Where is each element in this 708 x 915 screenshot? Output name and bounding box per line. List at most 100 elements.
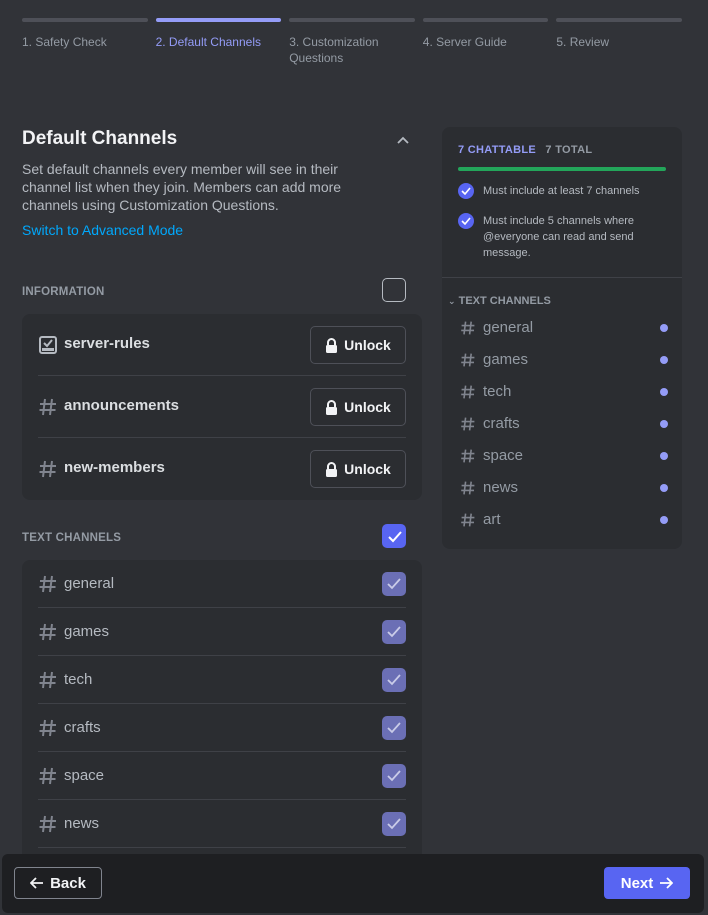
information-channel-list: server-rules Unlock announcements Unlock… bbox=[22, 314, 422, 500]
advanced-mode-link[interactable]: Switch to Advanced Mode bbox=[22, 222, 422, 238]
step-customization-questions[interactable]: 3. Customization Questions bbox=[289, 18, 415, 66]
unlock-label: Unlock bbox=[344, 461, 391, 477]
checkmark-icon bbox=[387, 818, 401, 830]
unlock-button[interactable]: Unlock bbox=[310, 388, 406, 426]
hashtag-icon bbox=[39, 575, 56, 593]
category-checkbox[interactable] bbox=[382, 278, 406, 302]
step-label: 4. Server Guide bbox=[422, 35, 507, 49]
chevron-down-icon: ⌄ bbox=[448, 296, 456, 306]
next-label: Next bbox=[620, 874, 654, 892]
hashtag-icon bbox=[461, 417, 475, 431]
back-button[interactable]: Back bbox=[14, 867, 102, 899]
hashtag-icon bbox=[39, 815, 56, 833]
unread-dot bbox=[660, 420, 668, 428]
preview-channel-name: crafts bbox=[483, 415, 520, 432]
channel-row: crafts bbox=[38, 704, 406, 752]
step-server-guide[interactable]: 4. Server Guide bbox=[422, 18, 549, 66]
next-button[interactable]: Next bbox=[604, 867, 690, 899]
channel-name: announcements bbox=[64, 397, 180, 414]
unread-dot bbox=[660, 356, 668, 364]
requirement-item: Must include 5 channels where @everyone … bbox=[458, 213, 668, 261]
preview-channel-name: art bbox=[483, 511, 501, 528]
preview-channel-name: news bbox=[483, 479, 519, 496]
checkmark-icon bbox=[387, 674, 401, 686]
requirement-text: Must include at least 7 channels bbox=[483, 185, 640, 197]
step-label: 5. Review bbox=[556, 35, 610, 49]
channel-row: server-rules Unlock bbox=[38, 314, 406, 376]
unlock-button[interactable]: Unlock bbox=[310, 450, 406, 488]
unread-dot bbox=[660, 516, 668, 524]
step-safety-check[interactable]: 1. Safety Check bbox=[22, 18, 148, 66]
step-progress-bar bbox=[422, 18, 549, 22]
check-circle-icon bbox=[458, 183, 474, 199]
requirement-text: Must include 5 channels where @everyone … bbox=[483, 215, 635, 259]
arrow-left-icon bbox=[30, 877, 44, 889]
step-review[interactable]: 5. Review bbox=[556, 18, 682, 66]
checkmark-icon bbox=[388, 531, 402, 543]
checkmark-icon bbox=[387, 722, 401, 734]
channel-checkbox[interactable] bbox=[382, 764, 406, 788]
channel-name: games bbox=[64, 623, 110, 640]
channel-checkbox[interactable] bbox=[382, 812, 406, 836]
hashtag-icon bbox=[39, 460, 56, 478]
unlock-button[interactable]: Unlock bbox=[310, 326, 406, 364]
channel-row: news bbox=[38, 800, 406, 848]
setup-stepper: 1. Safety Check 2. Default Channels 3. C… bbox=[22, 18, 682, 66]
chevron-up-icon[interactable] bbox=[396, 134, 410, 148]
unread-dot bbox=[660, 452, 668, 460]
hashtag-icon bbox=[461, 449, 475, 463]
hashtag-icon bbox=[461, 353, 475, 367]
category-name: INFORMATION bbox=[22, 286, 105, 298]
unread-dot bbox=[660, 388, 668, 396]
preview-category-header[interactable]: ⌄ TEXT CHANNELS bbox=[448, 295, 551, 307]
preview-channel-item: space bbox=[460, 446, 668, 466]
page-title: Default Channels bbox=[22, 128, 178, 149]
step-progress-bar bbox=[22, 18, 148, 22]
step-progress-bar bbox=[289, 18, 415, 22]
channel-name: space bbox=[64, 767, 105, 784]
channel-name: general bbox=[64, 575, 115, 592]
preview-channel-name: general bbox=[483, 319, 534, 336]
divider bbox=[442, 277, 682, 278]
checkmark-icon bbox=[387, 626, 401, 638]
back-label: Back bbox=[50, 874, 86, 892]
unread-dot bbox=[660, 324, 668, 332]
channel-row: new-members Unlock bbox=[38, 438, 406, 500]
preview-channel-name: tech bbox=[483, 383, 512, 400]
channel-row: tech bbox=[38, 656, 406, 704]
preview-channel-name: games bbox=[483, 351, 529, 368]
page-description: Set default channels every member will s… bbox=[22, 161, 342, 213]
channel-counts: 7 CHATTABLE 7 TOTAL bbox=[458, 144, 592, 156]
channel-name: server-rules bbox=[64, 335, 150, 352]
category-checkbox[interactable] bbox=[382, 524, 406, 548]
default-channels-section: Default Channels Set default channels ev… bbox=[22, 128, 422, 888]
lock-icon bbox=[326, 461, 338, 477]
category-header-text-channels: TEXT CHANNELS bbox=[22, 524, 422, 554]
preview-channel-item: tech bbox=[460, 382, 668, 402]
step-label: 2. Default Channels bbox=[155, 35, 261, 49]
hashtag-icon bbox=[39, 623, 56, 641]
hashtag-icon bbox=[39, 719, 56, 737]
hashtag-icon bbox=[461, 321, 475, 335]
total-count: 7 TOTAL bbox=[545, 144, 593, 156]
checkmark-icon bbox=[387, 578, 401, 590]
preview-channel-item: crafts bbox=[460, 414, 668, 434]
step-progress-bar bbox=[556, 18, 682, 22]
channel-checkbox[interactable] bbox=[382, 668, 406, 692]
chattable-count: 7 CHATTABLE bbox=[458, 144, 537, 156]
channel-name: crafts bbox=[64, 719, 101, 736]
progress-fill bbox=[458, 167, 666, 171]
preview-channel-item: art bbox=[460, 510, 668, 530]
unlock-label: Unlock bbox=[344, 399, 391, 415]
channel-checkbox[interactable] bbox=[382, 620, 406, 644]
category-name: TEXT CHANNELS bbox=[22, 532, 122, 544]
check-circle-icon bbox=[458, 213, 474, 229]
channel-checkbox[interactable] bbox=[382, 716, 406, 740]
unlock-label: Unlock bbox=[344, 337, 391, 353]
channel-row: games bbox=[38, 608, 406, 656]
checkmark-icon bbox=[387, 770, 401, 782]
step-default-channels[interactable]: 2. Default Channels bbox=[155, 18, 282, 66]
hashtag-icon bbox=[461, 385, 475, 399]
channel-checkbox[interactable] bbox=[382, 572, 406, 596]
hashtag-icon bbox=[461, 513, 475, 527]
